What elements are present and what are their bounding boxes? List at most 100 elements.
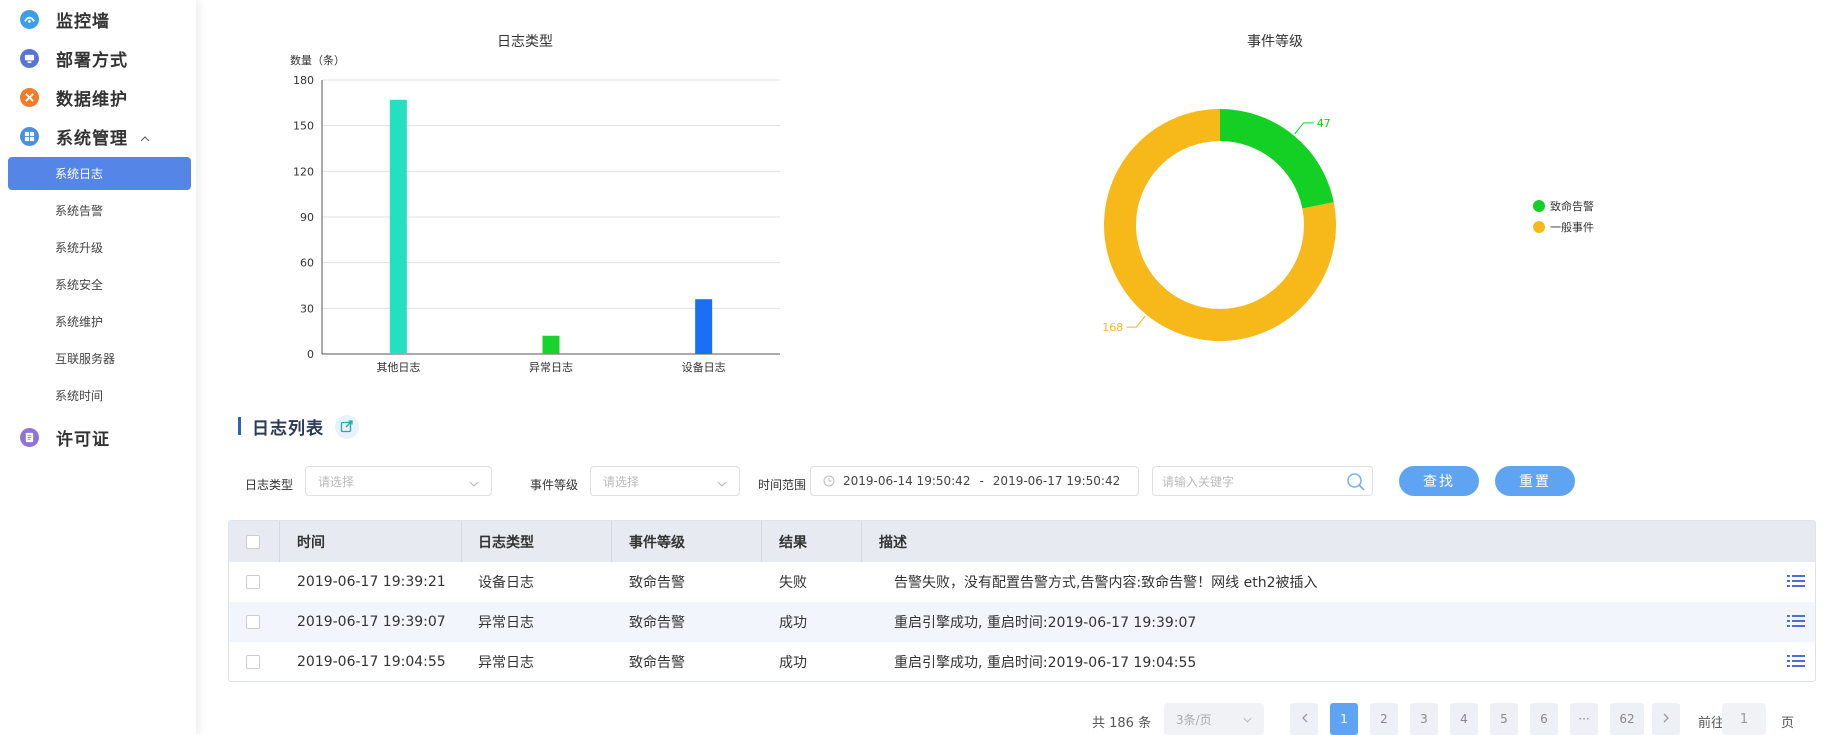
nav-item-data-maintenance[interactable]: 数据维护 [20, 84, 128, 110]
cell-description: 告警失败，没有配置告警方式,告警内容:致命告警！网线 eth2被插入 [894, 575, 1318, 591]
row-checkbox[interactable] [246, 655, 260, 669]
cell-log-type: 设备日志 [478, 575, 534, 591]
page-size-select[interactable]: 3条/页 [1164, 703, 1264, 735]
page-button-6[interactable]: 6 [1530, 703, 1558, 735]
goto-suffix: 页 [1781, 716, 1795, 731]
goto-prefix: 前往 [1698, 716, 1725, 731]
range-separator: - [979, 474, 984, 488]
sidebar-item-label: 系统升级 [55, 241, 104, 255]
table-row[interactable]: 2019-06-17 19:04:55 异常日志 致命告警 成功 重启引擎成功,… [229, 642, 1815, 681]
table-header: 时间 日志类型 事件等级 结果 描述 [229, 521, 1815, 562]
data-label: 47 [1317, 117, 1331, 130]
y-tick-label: 120 [293, 165, 314, 178]
row-checkbox[interactable] [246, 615, 260, 629]
export-button[interactable] [335, 415, 359, 439]
column-header-description[interactable]: 描述 [879, 521, 907, 562]
event-level-select[interactable]: 请选择 [590, 466, 740, 496]
nav-item-label: 系统管理 [56, 128, 128, 149]
cell-result: 成功 [779, 615, 807, 631]
sidebar-item-label: 系统安全 [55, 278, 104, 292]
cell-time: 2019-06-17 19:39:21 [297, 574, 446, 590]
column-header-result[interactable]: 结果 [779, 521, 807, 562]
y-tick-label: 90 [300, 211, 314, 224]
y-tick-label: 180 [293, 74, 314, 87]
search-icon[interactable] [1346, 472, 1366, 495]
detail-list-icon[interactable] [1787, 613, 1805, 633]
y-axis-label: 数量（条） [290, 53, 345, 67]
export-icon [340, 418, 354, 437]
chevron-left-icon [1301, 712, 1308, 726]
sidebar-item-system-maintenance[interactable]: 系统维护 [8, 305, 191, 338]
table-row[interactable]: 2019-06-17 19:39:07 异常日志 致命告警 成功 重启引擎成功,… [229, 602, 1815, 642]
log-list-title: 日志列表 [252, 418, 324, 439]
log-type-label: 日志类型 [245, 478, 294, 492]
sidebar-item-label: 系统告警 [55, 204, 104, 218]
cell-event-level: 致命告警 [629, 615, 685, 631]
page-button-5[interactable]: 5 [1490, 703, 1518, 735]
pie-chart-title: 事件等级 [1247, 34, 1303, 50]
nav-item-monitor-wall[interactable]: 监控墙 [20, 6, 110, 32]
column-header-time[interactable]: 时间 [297, 521, 325, 562]
select-all-checkbox[interactable] [246, 535, 260, 549]
section-title: 日志列表 [238, 415, 324, 439]
leader-line [1294, 122, 1314, 135]
cell-log-type: 异常日志 [478, 655, 534, 671]
page-button-last[interactable]: 62 [1610, 703, 1644, 735]
bar-chart-title: 日志类型 [497, 34, 553, 50]
page-button-3[interactable]: 3 [1410, 703, 1438, 735]
sidebar-item-system-alarm[interactable]: 系统告警 [8, 194, 191, 227]
y-tick-label: 0 [307, 348, 314, 361]
y-tick-label: 30 [300, 302, 314, 315]
detail-list-icon[interactable] [1787, 653, 1805, 673]
sidebar-item-system-log[interactable]: 系统日志 [8, 157, 191, 190]
date-range-picker[interactable]: 2019-06-14 19:50:42 - 2019-06-17 19:50:4… [810, 466, 1139, 496]
column-header-event-level[interactable]: 事件等级 [629, 521, 685, 562]
log-type-select[interactable]: 请选择 [305, 466, 492, 496]
keyword-search-input[interactable]: 请输入关键字 [1152, 466, 1373, 496]
column-header-log-type[interactable]: 日志类型 [478, 521, 534, 562]
sidebar-item-system-time[interactable]: 系统时间 [8, 379, 191, 412]
x-tick-label: 设备日志 [682, 360, 726, 374]
page-size-value: 3条/页 [1176, 712, 1212, 727]
nav-item-license[interactable]: 许可证 [20, 424, 110, 450]
page-button-4[interactable]: 4 [1450, 703, 1478, 735]
page-ellipsis-button[interactable]: ··· [1570, 703, 1598, 735]
legend-marker [1533, 221, 1545, 233]
sidebar-item-system-security[interactable]: 系统安全 [8, 268, 191, 301]
sidebar: 监控墙 部署方式 数据维护 系统管理 系统日志 系统告警 系统升级 系统安全 系… [0, 0, 196, 735]
cell-result: 失败 [779, 575, 807, 591]
legend-label: 一般事件 [1550, 221, 1594, 234]
row-checkbox[interactable] [246, 575, 260, 589]
nav-item-label: 监控墙 [56, 11, 110, 32]
page-button-1[interactable]: 1 [1330, 703, 1358, 735]
tools-icon [20, 87, 39, 107]
cell-result: 成功 [779, 655, 807, 671]
chevron-up-icon [140, 127, 150, 146]
next-page-button[interactable] [1652, 703, 1680, 735]
goto-page-input[interactable]: 1 [1722, 703, 1766, 735]
range-start[interactable]: 2019-06-14 19:50:42 [843, 474, 970, 488]
sidebar-item-system-upgrade[interactable]: 系统升级 [8, 231, 191, 264]
nav-item-deployment[interactable]: 部署方式 [20, 45, 128, 71]
cell-description: 重启引擎成功, 重启时间:2019-06-17 19:04:55 [894, 655, 1197, 671]
table-row[interactable]: 2019-06-17 19:39:21 设备日志 致命告警 失败 告警失败，没有… [229, 562, 1815, 602]
clock-icon [823, 475, 835, 487]
search-button[interactable]: 查找 [1399, 466, 1479, 496]
detail-list-icon[interactable] [1787, 573, 1805, 593]
nav-item-label: 数据维护 [56, 89, 128, 110]
x-tick-label: 其他日志 [376, 361, 420, 374]
prev-page-button[interactable] [1290, 703, 1318, 735]
page-button-2[interactable]: 2 [1370, 703, 1398, 735]
bar [389, 99, 407, 355]
sidebar-item-label: 系统时间 [55, 389, 104, 403]
keyword-placeholder: 请输入关键字 [1162, 474, 1235, 489]
reset-button[interactable]: 重置 [1495, 466, 1575, 496]
pagination-total: 共 186 条 [1092, 716, 1152, 731]
nav-item-system-management[interactable]: 系统管理 [20, 123, 150, 149]
data-label: 168 [1102, 321, 1123, 334]
bar [695, 299, 713, 354]
sidebar-item-interconnect-server[interactable]: 互联服务器 [8, 342, 191, 375]
chevron-down-icon [717, 472, 727, 491]
range-end[interactable]: 2019-06-17 19:50:42 [993, 474, 1120, 488]
bar-chart: 数量（条） 0 30 60 90 120 150 180 其他日志 异常日志 设备日志 [290, 53, 780, 374]
